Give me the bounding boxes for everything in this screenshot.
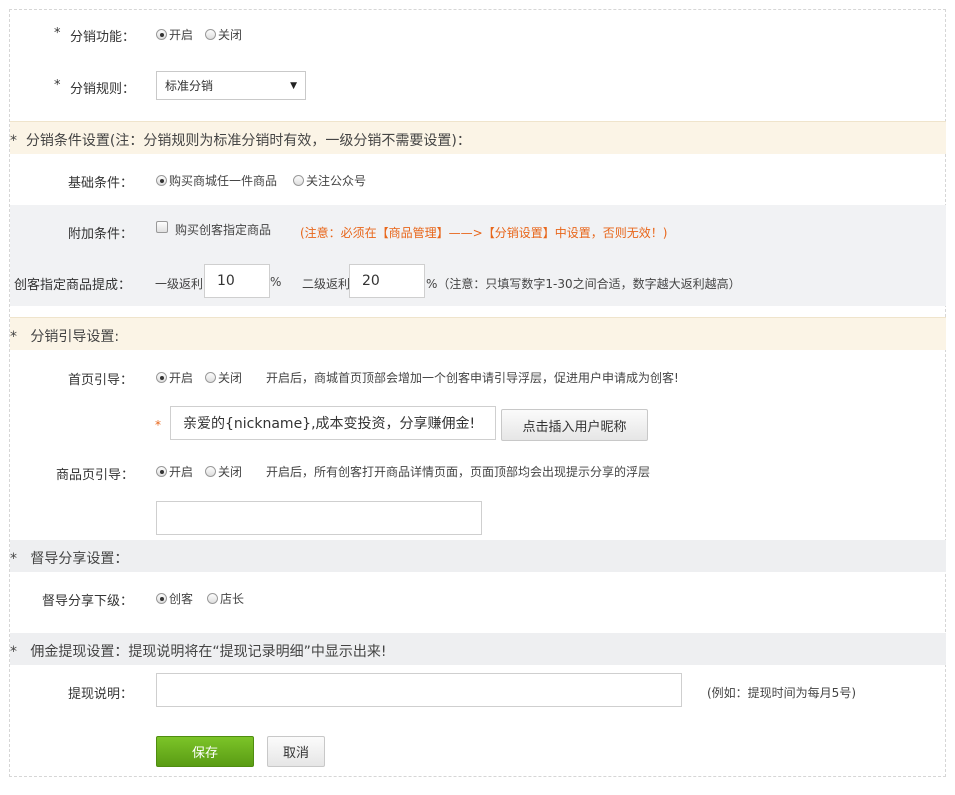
radio-follow-account[interactable]: 关注公众号 <box>293 172 366 189</box>
level1-label: 一级返利 <box>155 277 204 291</box>
distribution-rule-row: * 分销规则： 标准分销 ▼ <box>10 70 946 102</box>
home-guide-label: 首页引导： <box>68 373 134 388</box>
withdraw-description-input[interactable] <box>156 673 682 707</box>
required-star: * <box>10 644 31 660</box>
product-guide-message-row <box>10 496 946 540</box>
commission-row: 创客指定商品提成： 一级返利 10 % 二级返利 20 %（注意：只填写数字1-… <box>10 256 946 306</box>
radio-dot <box>205 29 217 40</box>
product-guide-description: 开启后，所有创客打开商品详情页面，页面顶部均会出现提示分享的浮层 <box>266 465 651 479</box>
supervise-row: 督导分享下级： 创客 店长 <box>10 572 946 632</box>
condition-section-title: * 分销条件设置(注：分销规则为标准分销时有效，一级分销不需要设置)： <box>10 133 471 149</box>
caret-down-icon: ▼ <box>290 80 297 91</box>
extra-condition-row: 附加条件： 购买创客指定商品 (注意：必须在【商品管理】——>【分销设置】中设置… <box>10 205 946 256</box>
withdraw-section-header: * 佣金提现设置：提现说明将在“提现记录明细”中显示出来! <box>10 633 946 665</box>
cancel-button[interactable]: 取消 <box>267 736 325 767</box>
extra-condition-label: 附加条件： <box>68 227 134 242</box>
product-guide-label: 商品页引导： <box>56 468 135 483</box>
radio-dot <box>156 372 167 383</box>
withdraw-example: (例如：提现时间为每月5号) <box>707 686 856 700</box>
distribution-function-radios: 开启 关闭 <box>156 26 254 43</box>
guide-section-title: * 分销引导设置: <box>10 329 120 345</box>
distribution-function-label: 分销功能： <box>70 30 136 45</box>
save-button[interactable]: 保存 <box>156 736 254 767</box>
radio-dot <box>156 466 167 477</box>
home-guide-description: 开启后，商城首页顶部会增加一个创客申请引导浮层，促进用户申请成为创客! <box>266 371 679 385</box>
extra-condition-warning: (注意：必须在【商品管理】——>【分销设置】中设置，否则无效！) <box>300 226 668 240</box>
radio-buy-any-product[interactable]: 购买商城任一件商品 <box>156 172 277 189</box>
product-guide-row: 商品页引导： 开启 关闭 开启后，所有创客打开商品详情页面，页面顶部均会出现提示… <box>10 446 946 496</box>
radio-product-guide-off[interactable]: 关闭 <box>205 463 242 480</box>
home-guide-message-input[interactable]: 亲爱的{nickname},成本变投资，分享赚佣金! <box>170 406 496 440</box>
buy-specified-product-checkbox[interactable] <box>156 221 168 233</box>
level2-label: 二级返利 <box>302 277 351 291</box>
radio-home-guide-off[interactable]: 关闭 <box>205 369 242 386</box>
radio-dot <box>156 29 167 40</box>
product-guide-radios: 开启 关闭 开启后，所有创客打开商品详情页面，页面顶部均会出现提示分享的浮层 <box>156 463 650 480</box>
basic-condition-row: 基础条件： 购买商城任一件商品 关注公众号 <box>10 154 946 205</box>
supervise-section-title: * 督导分享设置： <box>10 551 129 567</box>
required-star: * <box>54 26 61 41</box>
withdraw-row: 提现说明： (例如：提现时间为每月5号) <box>10 665 946 720</box>
level1-input[interactable]: 10 <box>204 264 270 298</box>
radio-distribution-on[interactable]: 开启 <box>156 26 193 43</box>
distribution-function-row: * 分销功能： 开启 关闭 <box>10 20 946 50</box>
supervise-section-header: * 督导分享设置： <box>10 540 946 572</box>
radio-dot <box>205 372 217 383</box>
withdraw-section-title: * 佣金提现设置：提现说明将在“提现记录明细”中显示出来! <box>10 644 387 660</box>
radio-dot <box>207 593 219 604</box>
home-guide-message-row: * 亲爱的{nickname},成本变投资，分享赚佣金! 点击插入用户昵称 <box>10 402 946 446</box>
condition-section-header: * 分销条件设置(注：分销规则为标准分销时有效，一级分销不需要设置)： <box>10 121 946 154</box>
level1-unit: % <box>270 275 282 289</box>
radio-dot <box>205 466 217 477</box>
radio-maker[interactable]: 创客 <box>156 590 193 607</box>
guide-section-header: * 分销引导设置: <box>10 317 946 350</box>
commission-label: 创客指定商品提成： <box>14 278 132 293</box>
home-guide-radios: 开启 关闭 开启后，商城首页顶部会增加一个创客申请引导浮层，促进用户申请成为创客… <box>156 369 679 386</box>
basic-condition-label: 基础条件： <box>68 176 134 191</box>
home-guide-row: 首页引导： 开启 关闭 开启后，商城首页顶部会增加一个创客申请引导浮层，促进用户… <box>10 350 946 402</box>
distribution-rule-label: 分销规则： <box>70 82 136 97</box>
radio-dot <box>156 593 167 604</box>
buy-specified-product-label: 购买创客指定商品 <box>175 223 272 237</box>
required-star: * <box>10 133 26 149</box>
radio-product-guide-on[interactable]: 开启 <box>156 463 193 480</box>
radio-dot <box>293 175 305 186</box>
level2-input[interactable]: 20 <box>349 264 425 298</box>
withdraw-label: 提现说明： <box>68 687 134 702</box>
radio-distribution-off[interactable]: 关闭 <box>205 26 242 43</box>
distribution-rule-select[interactable]: 标准分销 ▼ <box>156 71 306 100</box>
actions-row: 保存 取消 <box>10 720 946 770</box>
required-star: * <box>10 329 31 345</box>
product-guide-message-input[interactable] <box>156 501 482 535</box>
insert-nickname-button[interactable]: 点击插入用户昵称 <box>501 409 648 441</box>
supervise-label: 督导分享下级： <box>42 594 134 609</box>
basic-condition-radios: 购买商城任一件商品 关注公众号 <box>156 172 378 189</box>
radio-dot <box>156 175 167 186</box>
required-star: * <box>155 418 161 432</box>
radio-store-manager[interactable]: 店长 <box>207 590 244 607</box>
required-star: * <box>10 551 31 567</box>
required-star: * <box>54 78 61 93</box>
radio-home-guide-on[interactable]: 开启 <box>156 369 193 386</box>
supervise-radios: 创客 店长 <box>156 590 256 607</box>
level2-unit-note: %（注意：只填写数字1-30之间合适，数字越大返利越高） <box>426 277 741 291</box>
